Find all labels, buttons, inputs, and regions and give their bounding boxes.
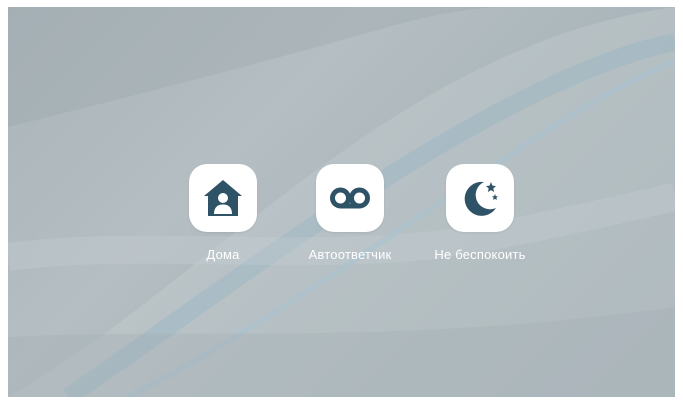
mode-answering-machine-tile[interactable]: [316, 164, 384, 232]
mode-do-not-disturb-button[interactable]: Не беспокоить: [420, 164, 540, 262]
voicemail-icon: [330, 187, 370, 209]
screen: Дома Автоответчик Не беспокоить: [8, 7, 675, 397]
mode-home-tile[interactable]: [189, 164, 257, 232]
moon-stars-icon: [464, 181, 498, 216]
mode-home-button[interactable]: Дома: [163, 164, 283, 262]
home-person-icon: [204, 180, 242, 216]
mode-do-not-disturb-label: Не беспокоить: [434, 247, 526, 262]
mode-answering-machine-label: Автоответчик: [308, 247, 392, 262]
mode-answering-machine-button[interactable]: Автоответчик: [290, 164, 410, 262]
mode-home-label: Дома: [206, 247, 240, 262]
mode-do-not-disturb-tile[interactable]: [446, 164, 514, 232]
